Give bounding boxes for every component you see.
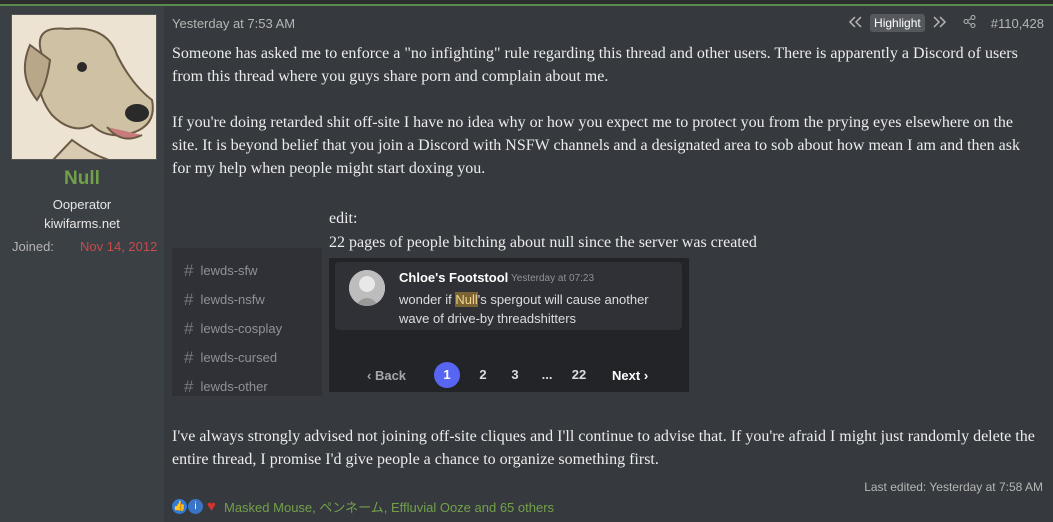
edit-label: edit: (329, 210, 358, 227)
discord-author: Chloe's Footstool (399, 270, 509, 285)
chevron-right-icon: › (640, 367, 649, 383)
user-domain: kiwifarms.net (44, 216, 120, 231)
post-paragraph-3: I've always strongly advised not joining… (172, 428, 1035, 468)
post-timestamp[interactable]: Yesterday at 7:53 AM (172, 16, 295, 31)
joined-date: Nov 14, 2012 (80, 239, 158, 254)
discord-screenshot-image[interactable]: Chloe's Footstool Yesterday at 07:23 won… (329, 258, 689, 392)
username[interactable]: Null (0, 168, 164, 190)
hash-icon: # (184, 376, 194, 396)
highlight-button[interactable]: Highlight (870, 14, 925, 32)
pager-page: 2 (479, 367, 487, 382)
pager-page: 22 (571, 367, 587, 382)
joined-label: Joined: (12, 239, 54, 254)
share-icon[interactable] (961, 15, 979, 31)
heart-reaction-icon: ♥ (207, 498, 216, 515)
informative-reaction-icon: i (188, 499, 203, 514)
pager-next: Next › (612, 367, 649, 383)
reactors-list[interactable]: Masked Mouse, ペンネーム, Effluvial Ooze and … (224, 497, 554, 516)
discord-message: Chloe's Footstool Yesterday at 07:23 won… (335, 262, 682, 330)
double-left-icon[interactable] (846, 15, 864, 31)
discord-message-text: wonder if Null's spergout will cause ano… (399, 292, 649, 326)
channel-list-image[interactable]: # lewds-sfw # lewds-nsfw # lewds-cosplay # l… (172, 248, 322, 396)
reactions-bar[interactable]: 👍 i ♥ Masked Mouse, ペンネーム, Effluvial Ooz… (172, 497, 554, 516)
like-reaction-icon: 👍 (172, 499, 187, 514)
post-number-link[interactable]: #110,428 (991, 16, 1044, 31)
channel-item: # lewds-cursed (184, 347, 278, 367)
discord-timestamp: Yesterday at 07:23 (511, 273, 595, 284)
post-main: Yesterday at 7:53 AM Highlight #110,428 … (164, 6, 1053, 522)
user-title: Ooperator (52, 197, 112, 212)
pager-ellipsis: ... (541, 367, 553, 382)
avatar[interactable] (11, 14, 157, 160)
last-edited: Last edited: Yesterday at 7:58 AM (864, 480, 1043, 494)
pager-page: 1 (434, 362, 461, 388)
post-tools: Highlight #110,428 (840, 14, 1044, 32)
post-paragraph-1: Someone has asked me to enforce a "no in… (172, 45, 1018, 85)
double-right-icon[interactable] (931, 15, 949, 31)
channel-item: # lewds-nsfw (184, 289, 265, 309)
hash-icon: # (184, 318, 194, 338)
post-paragraph-2: If you're doing retarded shit off-site I… (172, 114, 1020, 177)
user-cell: Null Ooperator kiwifarms.net Joined: Nov… (0, 6, 164, 522)
channel-item: # lewds-other (184, 376, 268, 396)
pager-back: ‹ Back (367, 367, 407, 383)
edit-text: 22 pages of people bitching about null s… (329, 234, 757, 251)
discord-avatar (349, 270, 385, 306)
discord-pagination: ‹ Back 1 2 3 ... 22 Next › (367, 362, 648, 388)
hash-icon: # (184, 289, 194, 309)
post: Null Ooperator kiwifarms.net Joined: Nov… (0, 4, 1053, 522)
channel-item: # lewds-cosplay (184, 318, 283, 338)
dog-avatar-image (12, 15, 156, 159)
chevron-left-icon: ‹ (367, 367, 375, 383)
pager-page: 3 (511, 367, 519, 382)
channel-item: # lewds-sfw (184, 260, 258, 280)
hash-icon: # (184, 260, 194, 280)
hash-icon: # (184, 347, 194, 367)
